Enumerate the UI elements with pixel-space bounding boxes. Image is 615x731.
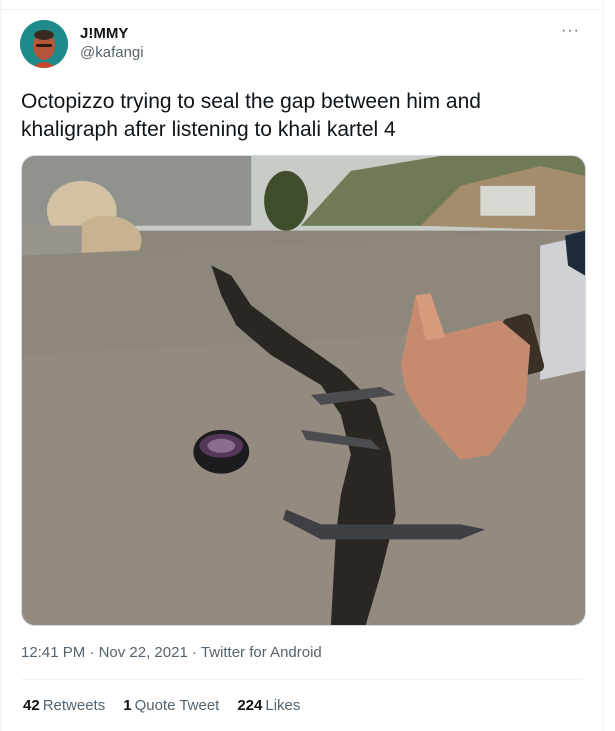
author-display-name[interactable]: J!MMY <box>80 25 144 43</box>
more-options-icon[interactable]: ··· <box>561 22 580 40</box>
quote-tweet-stat[interactable]: 1 Quote Tweet <box>123 696 219 716</box>
tweet-date[interactable]: Nov 22, 2021 <box>99 644 188 661</box>
profile-avatar-icon[interactable] <box>20 20 68 68</box>
likes-count: 224 <box>237 697 263 714</box>
likes-label: Likes <box>265 697 301 714</box>
tweet-card: J!MMY @kafangi ··· Octopizzo trying to s… <box>0 0 604 731</box>
top-divider <box>1 0 604 10</box>
tweet-time[interactable]: 12:41 PM <box>21 644 85 661</box>
retweets-count: 42 <box>23 697 40 714</box>
tweet-photo[interactable] <box>21 155 586 626</box>
tweet-source[interactable]: Twitter for Android <box>201 644 322 661</box>
tweet-text: Octopizzo trying to seal the gap between… <box>21 90 487 141</box>
divider <box>21 679 582 680</box>
quote-label: Quote Tweet <box>134 697 220 714</box>
meta-separator-2: · <box>191 644 201 661</box>
author-handle[interactable]: @kafangi <box>80 43 144 63</box>
likes-stat[interactable]: 224 Likes <box>237 696 300 716</box>
tweet-stats: 42 Retweets 1 Quote Tweet 224 Likes <box>23 696 300 716</box>
author-names: J!MMY @kafangi <box>80 25 144 63</box>
retweets-stat[interactable]: 42 Retweets <box>23 696 105 716</box>
meta-separator: · <box>89 644 99 661</box>
tweet-header: J!MMY @kafangi <box>20 20 144 68</box>
quote-count: 1 <box>123 697 132 714</box>
tweet-meta: 12:41 PM · Nov 22, 2021 · Twitter for An… <box>21 643 322 663</box>
retweets-label: Retweets <box>42 697 106 714</box>
